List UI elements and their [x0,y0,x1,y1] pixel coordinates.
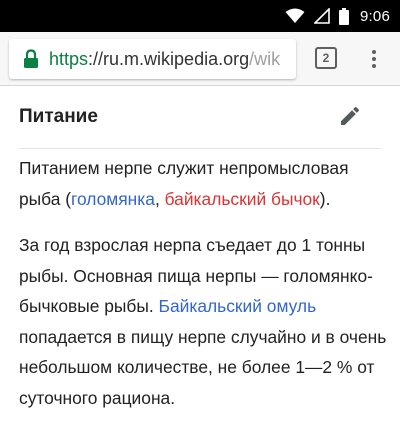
paragraph-1: Питанием нерпе служит непромысловая рыба… [19,153,391,214]
browser-toolbar: https://ru.m.wikipedia.org/wik 2 [0,32,400,86]
link-golomyanka[interactable]: голомянка [71,189,155,209]
section-title: Питание [19,106,98,127]
url-scheme: https [49,48,89,69]
wifi-icon [285,8,305,23]
paragraph-2: За год взрослая нерпа съедает до 1 тонны… [19,230,391,413]
url-separator: :// [88,48,104,69]
signal-icon [314,8,330,24]
menu-dot-icon [372,50,376,54]
url-field[interactable]: https://ru.m.wikipedia.org/wik [9,39,296,79]
status-bar: 9:06 [0,0,400,32]
link-baikal-goby[interactable]: байкальский бычок [165,189,320,209]
tab-count: 2 [322,51,330,65]
section-divider [19,148,381,149]
url-text[interactable]: https://ru.m.wikipedia.org/wik [49,49,280,70]
battery-icon [339,7,349,25]
para1-text-after: ). [319,188,331,209]
url-path: /wik [249,48,281,69]
tab-switcher-button[interactable]: 2 [315,47,337,69]
menu-dot-icon [372,57,376,61]
status-time: 9:06 [360,7,390,25]
link-baikal-omul[interactable]: Байкальский омуль [159,296,317,316]
edit-pencil-icon[interactable] [338,104,362,128]
lock-icon[interactable] [23,49,39,69]
menu-dot-icon [372,64,376,68]
overflow-menu-button[interactable] [364,44,384,74]
section-header: Питание [0,86,400,149]
status-icons: 9:06 [285,0,390,32]
para1-separator: , [154,188,165,209]
para2-text-after: попадается в пищу нерпе случайно и в оче… [19,326,387,408]
url-host: ru.m.wikipedia.org [103,48,250,69]
